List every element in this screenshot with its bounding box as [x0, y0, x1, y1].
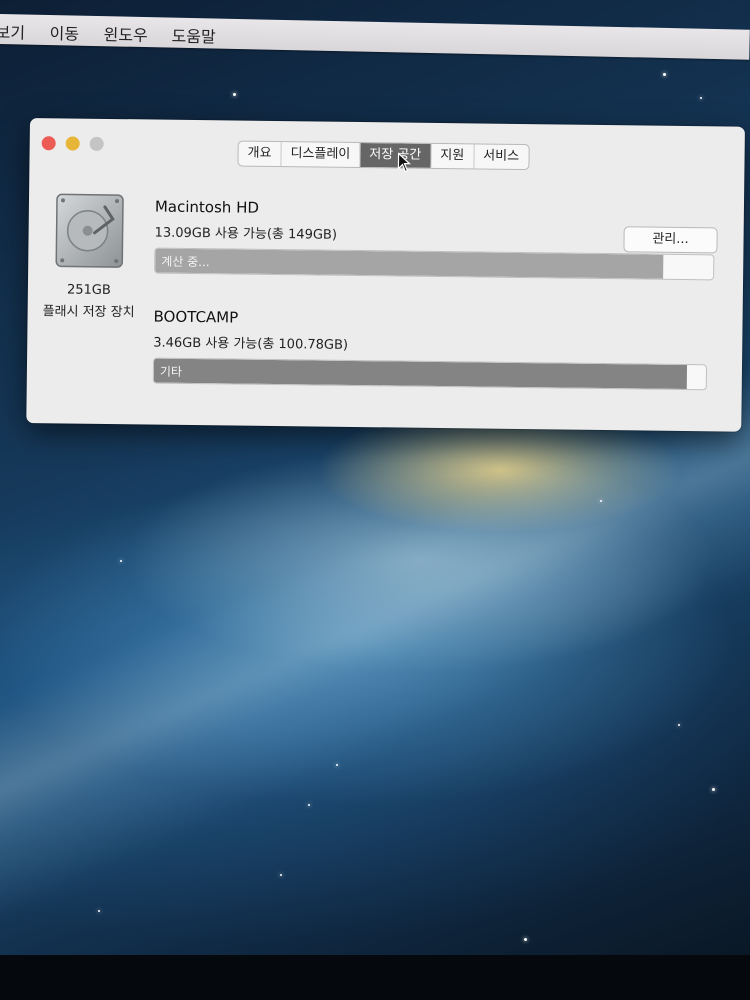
zoom-button[interactable] [89, 136, 104, 151]
manage-button[interactable]: 관리... [623, 226, 718, 254]
tab-displays[interactable]: 디스플레이 [280, 142, 360, 168]
menu-window[interactable]: 윈도우 [103, 21, 148, 46]
tab-storage[interactable]: 저장 공간 [359, 143, 431, 168]
tab-support[interactable]: 지원 [430, 143, 474, 169]
mouse-cursor-icon [397, 152, 412, 173]
storage-bar-bootcamp: 기타 [152, 357, 708, 391]
menu-go[interactable]: 이동 [49, 20, 79, 45]
tab-bar: 개요 디스플레이 저장 공간 지원 서비스 [237, 140, 530, 171]
disk-capacity: 251GB [66, 282, 111, 298]
storage-bar-macintosh-hd: 계산 중... [154, 247, 715, 281]
storage-bar-fill [153, 358, 688, 390]
star [308, 804, 310, 806]
volume-name-macintosh-hd: Macintosh HD [154, 197, 260, 217]
volume-name-bootcamp: BOOTCAMP [153, 307, 239, 327]
storage-bar-label: 계산 중... [161, 254, 210, 270]
screen-bezel [0, 955, 750, 1000]
storage-bar-label: 기타 [159, 364, 183, 379]
tab-service[interactable]: 서비스 [473, 144, 529, 170]
star [336, 764, 338, 766]
minimize-button[interactable] [65, 136, 80, 151]
star [712, 788, 715, 791]
about-this-mac-window: 개요 디스플레이 저장 공간 지원 서비스 251GB 플래시 저장 장치 Ma… [26, 118, 745, 432]
star [524, 938, 527, 941]
star [678, 724, 680, 726]
volume-info-bootcamp: 3.46GB 사용 가능(총 100.78GB) [153, 335, 349, 353]
star [280, 874, 282, 876]
menu-help[interactable]: 도움말 [171, 23, 216, 48]
tab-overview[interactable]: 개요 [238, 142, 280, 167]
star [98, 910, 100, 912]
star [700, 97, 702, 99]
disk-type-label: 플래시 저장 장치 [42, 304, 135, 321]
star [663, 73, 666, 76]
close-button[interactable] [41, 136, 56, 151]
volume-info-macintosh-hd: 13.09GB 사용 가능(총 149GB) [154, 225, 338, 243]
menu-view[interactable]: 보기 [0, 19, 25, 44]
star [233, 93, 236, 96]
star [120, 560, 122, 562]
hard-drive-icon [55, 193, 124, 268]
storage-bar-fill [155, 248, 664, 279]
star [600, 500, 602, 502]
